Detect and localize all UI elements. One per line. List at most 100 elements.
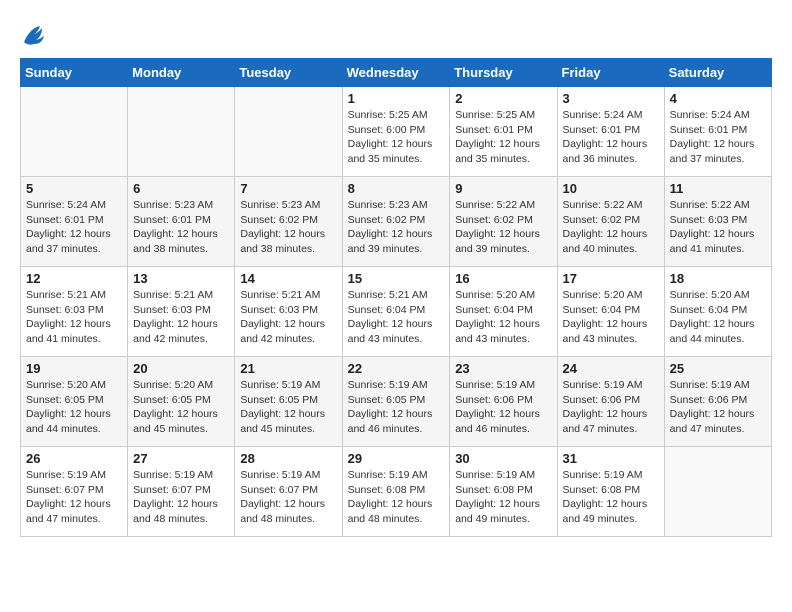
page-header <box>20 20 772 48</box>
day-number: 17 <box>563 271 659 286</box>
day-header-sunday: Sunday <box>21 59 128 87</box>
logo-icon <box>20 20 48 48</box>
day-info: Sunrise: 5:21 AM Sunset: 6:03 PM Dayligh… <box>26 288 122 347</box>
calendar-empty-cell <box>21 87 128 177</box>
day-info: Sunrise: 5:22 AM Sunset: 6:02 PM Dayligh… <box>563 198 659 257</box>
calendar-day-9: 9 Sunrise: 5:22 AM Sunset: 6:02 PM Daylig… <box>450 177 557 267</box>
calendar-day-27: 27 Sunrise: 5:19 AM Sunset: 6:07 PM Dayli… <box>128 447 235 537</box>
day-number: 27 <box>133 451 229 466</box>
day-number: 9 <box>455 181 551 196</box>
calendar-table: SundayMondayTuesdayWednesdayThursdayFrid… <box>20 58 772 537</box>
calendar-day-28: 28 Sunrise: 5:19 AM Sunset: 6:07 PM Dayli… <box>235 447 342 537</box>
calendar-day-18: 18 Sunrise: 5:20 AM Sunset: 6:04 PM Dayli… <box>664 267 771 357</box>
day-number: 19 <box>26 361 122 376</box>
calendar-day-29: 29 Sunrise: 5:19 AM Sunset: 6:08 PM Dayli… <box>342 447 450 537</box>
calendar-day-11: 11 Sunrise: 5:22 AM Sunset: 6:03 PM Dayli… <box>664 177 771 267</box>
calendar-day-31: 31 Sunrise: 5:19 AM Sunset: 6:08 PM Dayli… <box>557 447 664 537</box>
day-number: 31 <box>563 451 659 466</box>
calendar-week-2: 5 Sunrise: 5:24 AM Sunset: 6:01 PM Daylig… <box>21 177 772 267</box>
day-info: Sunrise: 5:19 AM Sunset: 6:08 PM Dayligh… <box>348 468 445 527</box>
day-info: Sunrise: 5:24 AM Sunset: 6:01 PM Dayligh… <box>670 108 766 167</box>
logo <box>20 20 52 48</box>
day-number: 5 <box>26 181 122 196</box>
calendar-empty-cell <box>664 447 771 537</box>
calendar-day-6: 6 Sunrise: 5:23 AM Sunset: 6:01 PM Daylig… <box>128 177 235 267</box>
calendar-day-30: 30 Sunrise: 5:19 AM Sunset: 6:08 PM Dayli… <box>450 447 557 537</box>
day-number: 22 <box>348 361 445 376</box>
calendar-day-7: 7 Sunrise: 5:23 AM Sunset: 6:02 PM Daylig… <box>235 177 342 267</box>
calendar-day-4: 4 Sunrise: 5:24 AM Sunset: 6:01 PM Daylig… <box>664 87 771 177</box>
calendar-week-1: 1Sunrise: 5:25 AM Sunset: 6:00 PM Daylig… <box>21 87 772 177</box>
day-info: Sunrise: 5:19 AM Sunset: 6:08 PM Dayligh… <box>563 468 659 527</box>
day-header-thursday: Thursday <box>450 59 557 87</box>
day-info: Sunrise: 5:22 AM Sunset: 6:02 PM Dayligh… <box>455 198 551 257</box>
day-info: Sunrise: 5:23 AM Sunset: 6:01 PM Dayligh… <box>133 198 229 257</box>
day-number: 3 <box>563 91 659 106</box>
day-number: 20 <box>133 361 229 376</box>
day-info: Sunrise: 5:23 AM Sunset: 6:02 PM Dayligh… <box>348 198 445 257</box>
day-info: Sunrise: 5:20 AM Sunset: 6:04 PM Dayligh… <box>670 288 766 347</box>
calendar-day-10: 10 Sunrise: 5:22 AM Sunset: 6:02 PM Dayli… <box>557 177 664 267</box>
day-number: 29 <box>348 451 445 466</box>
day-info: Sunrise: 5:23 AM Sunset: 6:02 PM Dayligh… <box>240 198 336 257</box>
calendar-day-20: 20 Sunrise: 5:20 AM Sunset: 6:05 PM Dayli… <box>128 357 235 447</box>
day-info: Sunrise: 5:20 AM Sunset: 6:05 PM Dayligh… <box>133 378 229 437</box>
day-info: Sunrise: 5:24 AM Sunset: 6:01 PM Dayligh… <box>563 108 659 167</box>
day-header-saturday: Saturday <box>664 59 771 87</box>
day-info: Sunrise: 5:24 AM Sunset: 6:01 PM Dayligh… <box>26 198 122 257</box>
calendar-day-2: 2Sunrise: 5:25 AM Sunset: 6:01 PM Daylig… <box>450 87 557 177</box>
day-number: 14 <box>240 271 336 286</box>
calendar-day-25: 25 Sunrise: 5:19 AM Sunset: 6:06 PM Dayli… <box>664 357 771 447</box>
calendar-week-4: 19 Sunrise: 5:20 AM Sunset: 6:05 PM Dayli… <box>21 357 772 447</box>
day-info: Sunrise: 5:19 AM Sunset: 6:07 PM Dayligh… <box>133 468 229 527</box>
day-header-monday: Monday <box>128 59 235 87</box>
calendar-day-17: 17 Sunrise: 5:20 AM Sunset: 6:04 PM Dayli… <box>557 267 664 357</box>
day-number: 10 <box>563 181 659 196</box>
day-number: 23 <box>455 361 551 376</box>
calendar-day-21: 21Sunrise: 5:19 AM Sunset: 6:05 PM Dayli… <box>235 357 342 447</box>
day-info: Sunrise: 5:19 AM Sunset: 6:07 PM Dayligh… <box>26 468 122 527</box>
calendar-day-13: 13 Sunrise: 5:21 AM Sunset: 6:03 PM Dayli… <box>128 267 235 357</box>
day-number: 6 <box>133 181 229 196</box>
calendar-day-15: 15Sunrise: 5:21 AM Sunset: 6:04 PM Dayli… <box>342 267 450 357</box>
day-number: 12 <box>26 271 122 286</box>
calendar-day-14: 14Sunrise: 5:21 AM Sunset: 6:03 PM Dayli… <box>235 267 342 357</box>
day-info: Sunrise: 5:19 AM Sunset: 6:07 PM Dayligh… <box>240 468 336 527</box>
calendar-day-5: 5 Sunrise: 5:24 AM Sunset: 6:01 PM Daylig… <box>21 177 128 267</box>
day-info: Sunrise: 5:19 AM Sunset: 6:08 PM Dayligh… <box>455 468 551 527</box>
day-number: 28 <box>240 451 336 466</box>
day-info: Sunrise: 5:20 AM Sunset: 6:05 PM Dayligh… <box>26 378 122 437</box>
calendar-empty-cell <box>128 87 235 177</box>
day-number: 13 <box>133 271 229 286</box>
calendar-day-23: 23Sunrise: 5:19 AM Sunset: 6:06 PM Dayli… <box>450 357 557 447</box>
day-number: 7 <box>240 181 336 196</box>
day-info: Sunrise: 5:25 AM Sunset: 6:01 PM Dayligh… <box>455 108 551 167</box>
calendar-week-5: 26Sunrise: 5:19 AM Sunset: 6:07 PM Dayli… <box>21 447 772 537</box>
day-number: 25 <box>670 361 766 376</box>
day-info: Sunrise: 5:19 AM Sunset: 6:05 PM Dayligh… <box>348 378 445 437</box>
day-info: Sunrise: 5:19 AM Sunset: 6:05 PM Dayligh… <box>240 378 336 437</box>
day-info: Sunrise: 5:20 AM Sunset: 6:04 PM Dayligh… <box>563 288 659 347</box>
day-number: 30 <box>455 451 551 466</box>
calendar-day-1: 1Sunrise: 5:25 AM Sunset: 6:00 PM Daylig… <box>342 87 450 177</box>
day-header-friday: Friday <box>557 59 664 87</box>
day-number: 15 <box>348 271 445 286</box>
day-header-tuesday: Tuesday <box>235 59 342 87</box>
day-number: 18 <box>670 271 766 286</box>
day-info: Sunrise: 5:21 AM Sunset: 6:03 PM Dayligh… <box>133 288 229 347</box>
calendar-day-19: 19 Sunrise: 5:20 AM Sunset: 6:05 PM Dayli… <box>21 357 128 447</box>
calendar-header-row: SundayMondayTuesdayWednesdayThursdayFrid… <box>21 59 772 87</box>
day-header-wednesday: Wednesday <box>342 59 450 87</box>
day-number: 11 <box>670 181 766 196</box>
day-info: Sunrise: 5:19 AM Sunset: 6:06 PM Dayligh… <box>563 378 659 437</box>
calendar-day-16: 16Sunrise: 5:20 AM Sunset: 6:04 PM Dayli… <box>450 267 557 357</box>
calendar-day-26: 26Sunrise: 5:19 AM Sunset: 6:07 PM Dayli… <box>21 447 128 537</box>
day-info: Sunrise: 5:19 AM Sunset: 6:06 PM Dayligh… <box>670 378 766 437</box>
calendar-empty-cell <box>235 87 342 177</box>
day-number: 4 <box>670 91 766 106</box>
day-info: Sunrise: 5:22 AM Sunset: 6:03 PM Dayligh… <box>670 198 766 257</box>
day-number: 24 <box>563 361 659 376</box>
calendar-day-12: 12 Sunrise: 5:21 AM Sunset: 6:03 PM Dayli… <box>21 267 128 357</box>
day-number: 8 <box>348 181 445 196</box>
calendar-day-24: 24 Sunrise: 5:19 AM Sunset: 6:06 PM Dayli… <box>557 357 664 447</box>
